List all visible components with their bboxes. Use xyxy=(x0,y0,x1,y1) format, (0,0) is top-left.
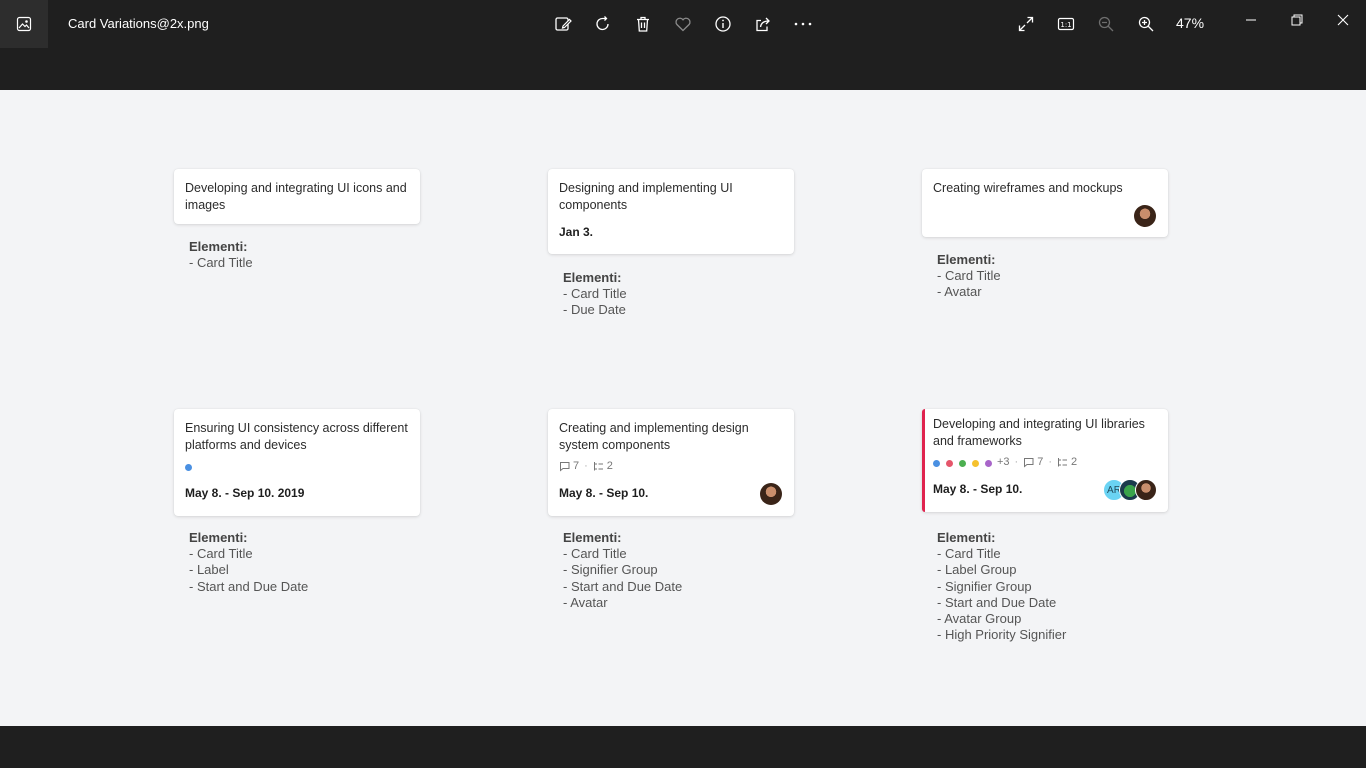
delete-icon[interactable] xyxy=(631,12,655,36)
notes-item: - Card Title xyxy=(937,268,1001,284)
avatar xyxy=(760,483,782,505)
comment-count: 7 xyxy=(573,460,580,472)
card-title: Creating wireframes and mockups xyxy=(933,181,1123,195)
notes-item: - Card Title xyxy=(937,546,1001,562)
card-with-signifiers: Creating and implementing design system … xyxy=(548,409,794,516)
image-canvas[interactable]: Developing and integrating UI icons and … xyxy=(0,90,1366,726)
heart-icon[interactable] xyxy=(671,12,695,36)
card-with-label: Ensuring UI consistency across different… xyxy=(174,409,420,516)
card-title: Developing and integrating UI icons and … xyxy=(185,181,407,212)
notes-item: - Due Date xyxy=(563,302,626,318)
info-icon[interactable] xyxy=(711,12,735,36)
avatar xyxy=(1135,479,1157,501)
notes-heading: Elementi: xyxy=(189,239,248,254)
label-dot xyxy=(972,460,979,467)
notes-item: - Card Title xyxy=(189,255,253,271)
notes-item: - Card Title xyxy=(563,286,627,302)
card-title: Creating and implementing design system … xyxy=(559,421,749,452)
notes-item: - High Priority Signifier xyxy=(937,627,1067,643)
zoom-level[interactable]: 47% xyxy=(1176,15,1204,31)
card-notes-2: Elementi: - Card Title - Due Date xyxy=(563,270,627,319)
notes-heading: Elementi: xyxy=(563,270,622,285)
card-title-only: Developing and integrating UI icons and … xyxy=(174,169,420,224)
notes-item: - Label Group xyxy=(937,562,1017,578)
card-title: Ensuring UI consistency across different… xyxy=(185,421,408,452)
notes-item: - Start and Due Date xyxy=(189,578,309,594)
card-with-avatar: Creating wireframes and mockups xyxy=(922,169,1168,237)
comment-icon xyxy=(1024,457,1034,468)
svg-text:1:1: 1:1 xyxy=(1060,21,1071,29)
label-dot xyxy=(985,460,992,467)
zoom-in-icon[interactable] xyxy=(1134,12,1158,36)
title-bar: Card Variations@2x.png 1:1 47% xyxy=(0,0,1366,48)
notes-heading: Elementi: xyxy=(937,252,996,267)
card-with-due-date: Designing and implementing UI components… xyxy=(548,169,794,254)
notes-item: - Avatar Group xyxy=(937,611,1022,627)
comment-icon xyxy=(560,461,570,472)
restore-icon[interactable] xyxy=(1274,4,1320,36)
minimize-icon[interactable] xyxy=(1228,4,1274,36)
edit-image-icon[interactable] xyxy=(551,12,575,36)
notes-item: - Avatar xyxy=(937,284,982,300)
card-notes-1: Elementi: - Card Title xyxy=(189,239,253,271)
notes-item: - Signifier Group xyxy=(937,578,1032,594)
card-notes-5: Elementi: - Card Title - Signifier Group… xyxy=(563,530,682,611)
signifier-group: +3 · 7 · 2 xyxy=(997,456,1078,468)
fullscreen-icon[interactable] xyxy=(1014,12,1038,36)
card-title: Developing and integrating UI libraries … xyxy=(933,417,1145,448)
notes-item: - Start and Due Date xyxy=(937,594,1057,610)
card-notes-4: Elementi: - Card Title - Label - Start a… xyxy=(189,530,308,595)
actual-size-icon[interactable]: 1:1 xyxy=(1054,12,1078,36)
notes-heading: Elementi: xyxy=(937,530,996,545)
file-name: Card Variations@2x.png xyxy=(68,16,209,31)
label-dot xyxy=(185,464,192,471)
notes-heading: Elementi: xyxy=(563,530,622,545)
subtask-count: 2 xyxy=(606,460,613,472)
zoom-out-icon[interactable] xyxy=(1094,12,1118,36)
subtask-icon xyxy=(593,461,603,470)
notes-item: - Card Title xyxy=(563,546,627,562)
label-dot xyxy=(946,460,953,467)
avatar xyxy=(1134,205,1156,227)
label-dot xyxy=(959,460,966,467)
high-priority-signifier xyxy=(922,409,925,512)
card-notes-6: Elementi: - Card Title - Label Group - S… xyxy=(937,530,1066,643)
notes-item: - Card Title xyxy=(189,546,253,562)
start-due-date: May 8. - Sep 10. xyxy=(933,482,1023,496)
more-labels-count: +3 xyxy=(997,456,1010,468)
notes-item: - Avatar xyxy=(563,594,608,610)
subtask-icon xyxy=(1058,457,1068,466)
label-dot xyxy=(933,460,940,467)
due-date: Jan 3. xyxy=(559,225,594,239)
card-high-priority: Developing and integrating UI libraries … xyxy=(922,409,1168,512)
share-icon[interactable] xyxy=(751,12,775,36)
rotate-icon[interactable] xyxy=(591,12,615,36)
notes-item: - Label xyxy=(189,562,229,578)
photos-app-icon[interactable] xyxy=(0,0,48,48)
notes-item: - Signifier Group xyxy=(563,562,658,578)
close-icon[interactable] xyxy=(1320,4,1366,36)
subtask-count: 2 xyxy=(1071,456,1078,468)
start-due-date: May 8. - Sep 10. 2019 xyxy=(185,486,305,500)
start-due-date: May 8. - Sep 10. xyxy=(559,486,649,500)
signifier-group: 7 · 2 xyxy=(559,460,613,472)
notes-heading: Elementi: xyxy=(189,530,248,545)
comment-count: 7 xyxy=(1037,456,1044,468)
notes-item: - Start and Due Date xyxy=(563,578,683,594)
more-icon[interactable] xyxy=(791,12,815,36)
card-title: Designing and implementing UI components xyxy=(559,181,733,212)
card-notes-3: Elementi: - Card Title - Avatar xyxy=(937,252,1001,301)
